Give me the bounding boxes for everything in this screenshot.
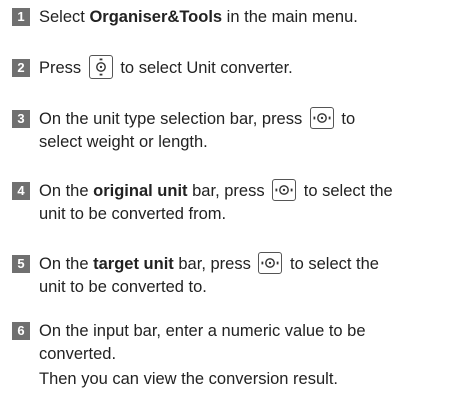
- step-text: On the input bar, enter a numeric value …: [39, 320, 448, 366]
- step-text-part: to: [336, 110, 356, 128]
- step-number: 1: [12, 8, 30, 26]
- step-text-part: On the: [39, 255, 94, 273]
- step-text: On the target unit bar, press to select …: [39, 252, 448, 299]
- step-text-part: in the main menu.: [222, 8, 358, 26]
- step-text-part: On the: [39, 182, 94, 200]
- nav-key-left-right-icon: [272, 179, 297, 202]
- step-number: 2: [12, 59, 30, 77]
- step-number: 4: [12, 182, 30, 200]
- bar-name: original unit: [93, 182, 188, 200]
- step-text-part: unit to be converted from.: [39, 205, 227, 223]
- step-6: 6 On the input bar, enter a numeric valu…: [12, 320, 448, 366]
- step-text: On the original unit bar, press to selec…: [39, 179, 448, 226]
- step-text: On the unit type selection bar, press to…: [39, 107, 448, 154]
- step-5: 5 On the target unit bar, press to selec…: [12, 252, 448, 299]
- nav-key-up-down-icon: [88, 55, 113, 80]
- step-text: Press to select Unit converter.: [39, 55, 448, 80]
- step-number: 3: [12, 110, 30, 128]
- step-text: Select Organiser&Tools in the main menu.: [39, 6, 448, 29]
- result-note: Then you can view the conversion result.: [39, 370, 338, 388]
- menu-item-name: Organiser&Tools: [89, 8, 223, 26]
- bar-name: target unit: [93, 255, 174, 273]
- step-text-part: to select Unit converter.: [115, 59, 293, 77]
- step-2: 2 Press to select Unit converter.: [12, 55, 448, 80]
- step-text-part: bar, press: [173, 255, 256, 273]
- step-number: 5: [12, 255, 30, 273]
- instruction-page: { "steps": [ {"num": "1", "pre": "Select…: [0, 0, 454, 405]
- step-3: 3 On the unit type selection bar, press …: [12, 107, 448, 154]
- step-text-part: Press: [39, 59, 86, 77]
- step-text-part: to select the: [299, 182, 393, 200]
- step-text-part: On the unit type selection bar, press: [39, 110, 307, 128]
- step-text-part: select weight or length.: [39, 133, 208, 151]
- step-text-part: On the input bar, enter a numeric value …: [39, 322, 366, 340]
- nav-key-left-right-icon: [258, 252, 283, 275]
- step-text-part: unit to be converted to.: [39, 278, 207, 296]
- step-text-part: Select: [39, 8, 90, 26]
- step-text-part: to select the: [285, 255, 379, 273]
- nav-key-left-right-icon: [309, 107, 334, 130]
- step-4: 4 On the original unit bar, press to sel…: [12, 179, 448, 226]
- step-text-part: bar, press: [187, 182, 270, 200]
- step-number: 6: [12, 322, 30, 340]
- step-text-part: converted.: [39, 345, 117, 363]
- step-1: 1 Select Organiser&Tools in the main men…: [12, 6, 448, 29]
